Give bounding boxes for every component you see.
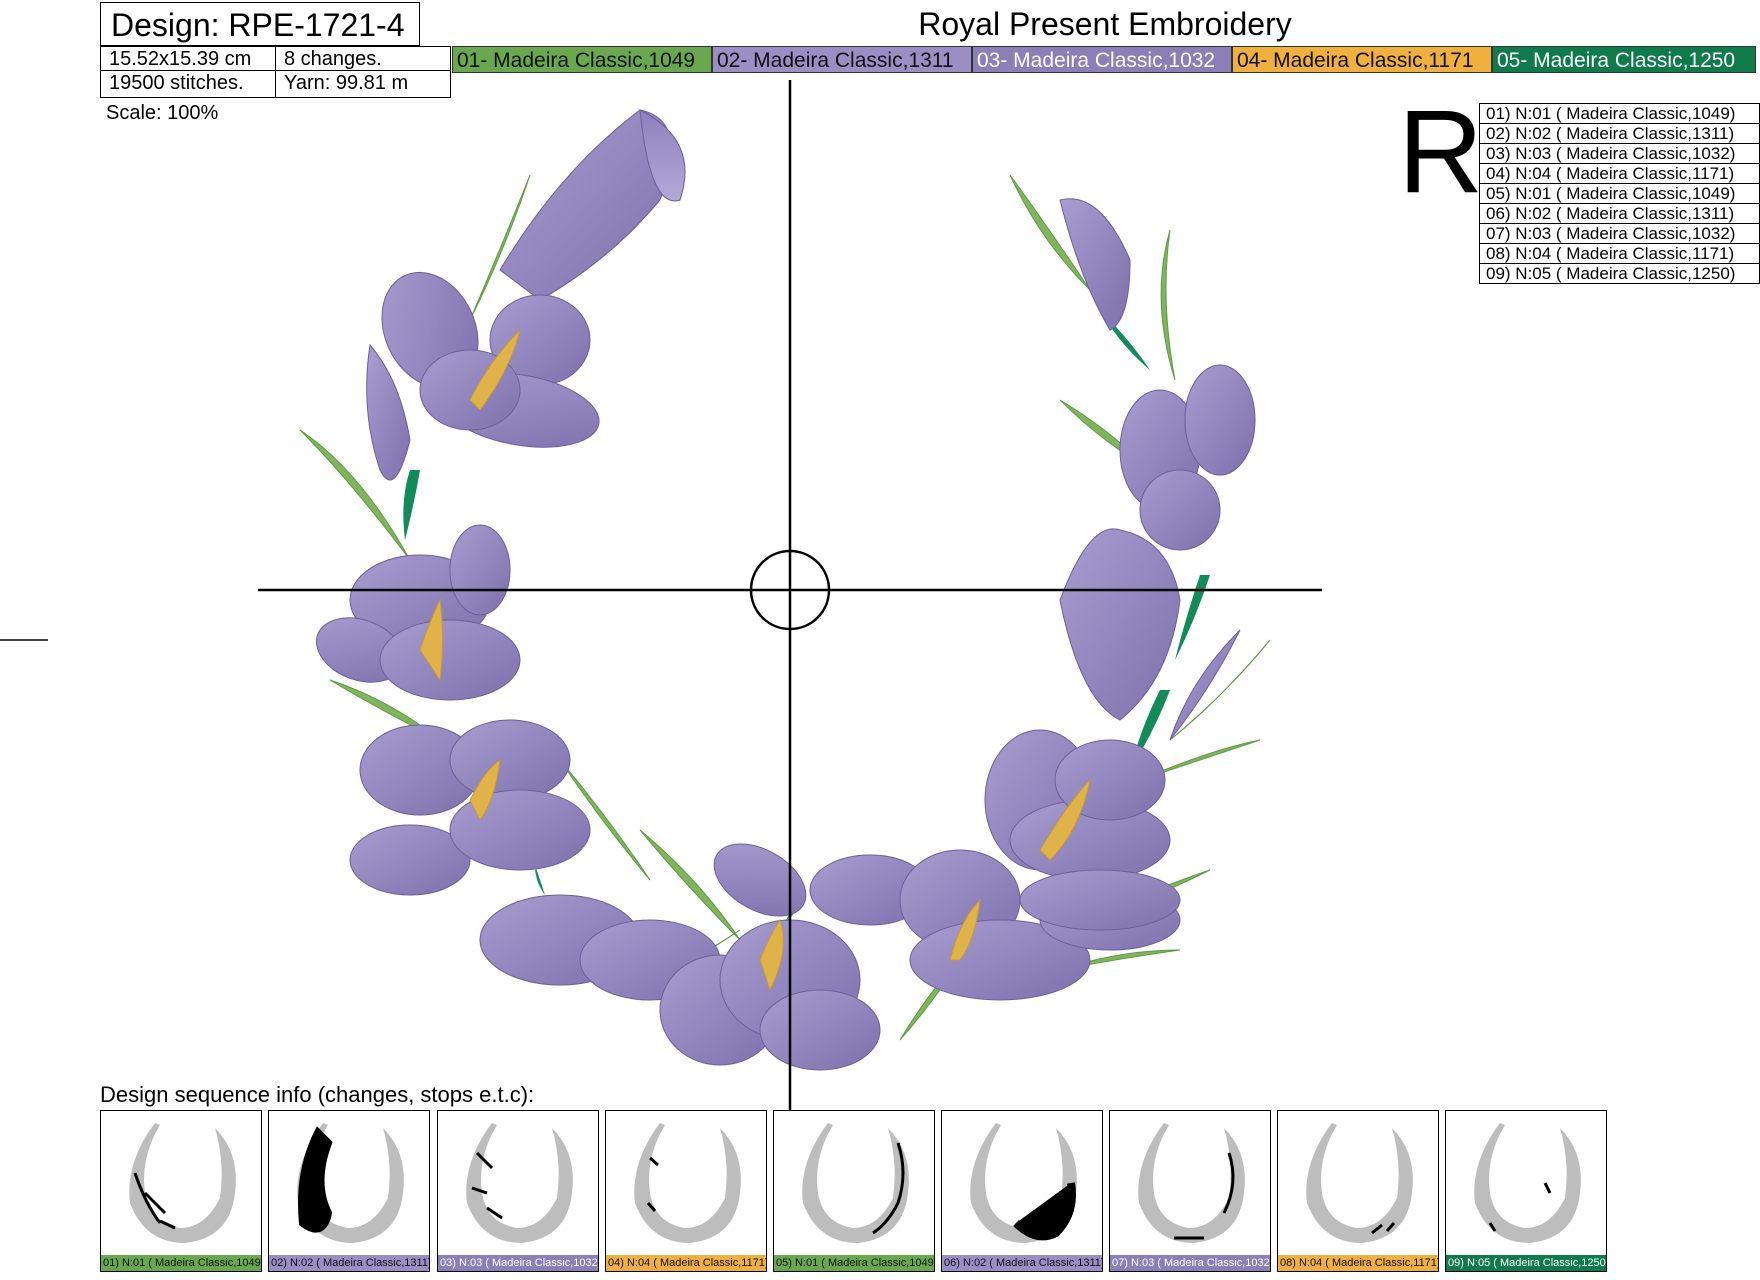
sequence-heading: Design sequence info (changes, stops e.t… <box>100 1082 535 1107</box>
thumbnail-label: 04) N:04 ( Madeira Classic,1171) <box>606 1255 766 1271</box>
thread-swatch-02: 02- Madeira Classic,1311 <box>712 46 972 73</box>
color-sequence-list: 01) N:01 ( Madeira Classic,1049) 02) N:0… <box>1479 103 1760 284</box>
thumbnail-wreath-silhouette <box>802 1123 909 1243</box>
thumbnail-wreath-silhouette <box>634 1123 741 1243</box>
thumbnail-label: 01) N:01 ( Madeira Classic,1049) <box>101 1255 261 1271</box>
sequence-thumbnail-04: 04) N:04 ( Madeira Classic,1171) <box>605 1110 767 1272</box>
thumbnail-wreath <box>802 1123 909 1243</box>
embroidery-preview <box>0 80 1322 1110</box>
thumbnail-label: 09) N:05 ( Madeira Classic,1250) <box>1446 1255 1606 1271</box>
design-title: Design: RPE-1721-4 <box>100 2 420 46</box>
thread-swatch-label: 05- Madeira Classic,1250 <box>1497 49 1736 72</box>
sequence-entry: 03) N:03 ( Madeira Classic,1032) <box>1479 143 1760 164</box>
sequence-entry: 08) N:04 ( Madeira Classic,1171) <box>1479 243 1760 264</box>
thumbnail-wreath <box>1474 1123 1581 1243</box>
sequence-thumbnail-06: 06) N:02 ( Madeira Classic,1311) <box>941 1110 1103 1272</box>
thumbnail-label: 06) N:02 ( Madeira Classic,1311) <box>942 1255 1102 1271</box>
sequence-entry: 01) N:01 ( Madeira Classic,1049) <box>1479 103 1760 124</box>
thumbnail-wreath <box>1306 1123 1413 1243</box>
thumbnail-wreath <box>129 1123 236 1243</box>
design-size: 15.52x15.39 cm <box>100 46 276 71</box>
sequence-thumbnail-09: 09) N:05 ( Madeira Classic,1250) <box>1445 1110 1607 1272</box>
thread-swatch-05: 05- Madeira Classic,1250 <box>1492 46 1756 73</box>
list-item: 04) N:04 ( Madeira Classic,1171) <box>1479 163 1760 184</box>
thread-swatch-01: 01- Madeira Classic,1049 <box>452 46 712 73</box>
sequence-entry: 04) N:04 ( Madeira Classic,1171) <box>1479 163 1760 184</box>
sequence-entry: 09) N:05 ( Madeira Classic,1250) <box>1479 263 1760 284</box>
list-item: 03) N:03 ( Madeira Classic,1032) <box>1479 143 1760 164</box>
list-item: 06) N:02 ( Madeira Classic,1311) <box>1479 203 1760 224</box>
sequence-thumbnail-05: 05) N:01 ( Madeira Classic,1049) <box>773 1110 935 1272</box>
thumbnail-label: 05) N:01 ( Madeira Classic,1049) <box>774 1255 934 1271</box>
thumbnail-label: 03) N:03 ( Madeira Classic,1032) <box>438 1255 598 1271</box>
sequence-thumbnail-03: 03) N:03 ( Madeira Classic,1032) <box>437 1110 599 1272</box>
sequence-entry: 02) N:02 ( Madeira Classic,1311) <box>1479 123 1760 144</box>
list-item: 07) N:03 ( Madeira Classic,1032) <box>1479 223 1760 244</box>
list-item: 05) N:01 ( Madeira Classic,1049) <box>1479 183 1760 204</box>
thread-swatch-03: 03- Madeira Classic,1032 <box>972 46 1232 73</box>
thumbnail-wreath-silhouette <box>1138 1123 1245 1243</box>
list-item: 08) N:04 ( Madeira Classic,1171) <box>1479 243 1760 264</box>
thumbnail-highlight <box>298 1126 333 1233</box>
list-item: 01) N:01 ( Madeira Classic,1049) <box>1479 103 1760 124</box>
thumbnail-highlight <box>1013 1182 1076 1241</box>
thumbnail-wreath <box>297 1123 404 1243</box>
sequence-thumbnail-08: 08) N:04 ( Madeira Classic,1171) <box>1277 1110 1439 1272</box>
thumbnail-label: 07) N:03 ( Madeira Classic,1032) <box>1110 1255 1270 1271</box>
thumbnail-wreath-silhouette <box>129 1123 236 1243</box>
thumbnail-wreath <box>1138 1123 1245 1243</box>
sequence-thumbnail-07: 07) N:03 ( Madeira Classic,1032) <box>1109 1110 1271 1272</box>
sequence-entry: 05) N:01 ( Madeira Classic,1049) <box>1479 183 1760 204</box>
thumbnail-wreath <box>970 1123 1077 1243</box>
thumbnail-label: 08) N:04 ( Madeira Classic,1171) <box>1278 1255 1438 1271</box>
sequence-thumbnail-02: 02) N:02 ( Madeira Classic,1311) <box>268 1110 430 1272</box>
badge-letter: R <box>1398 86 1484 218</box>
thread-swatch-label: 02- Madeira Classic,1311 <box>717 49 954 72</box>
sequence-entry: 06) N:02 ( Madeira Classic,1311) <box>1479 203 1760 224</box>
thread-swatch-label: 04- Madeira Classic,1171 <box>1237 49 1474 72</box>
thread-swatch-label: 03- Madeira Classic,1032 <box>977 49 1216 72</box>
brand-title: Royal Present Embroidery <box>918 6 1292 42</box>
thread-swatch-04: 04- Madeira Classic,1171 <box>1232 46 1492 73</box>
list-item: 09) N:05 ( Madeira Classic,1250) <box>1479 263 1760 284</box>
thumbnail-wreath-silhouette <box>1306 1123 1413 1243</box>
sequence-entry: 07) N:03 ( Madeira Classic,1032) <box>1479 223 1760 244</box>
thumbnail-wreath <box>466 1123 573 1243</box>
design-changes: 8 changes. <box>275 46 451 71</box>
thumbnail-wreath-silhouette <box>466 1123 573 1243</box>
list-item: 02) N:02 ( Madeira Classic,1311) <box>1479 123 1760 144</box>
thread-swatch-label: 01- Madeira Classic,1049 <box>457 49 696 72</box>
thumbnail-label: 02) N:02 ( Madeira Classic,1311) <box>269 1255 429 1271</box>
sequence-thumbnail-01: 01) N:01 ( Madeira Classic,1049) <box>100 1110 262 1272</box>
thumbnail-wreath <box>634 1123 741 1243</box>
